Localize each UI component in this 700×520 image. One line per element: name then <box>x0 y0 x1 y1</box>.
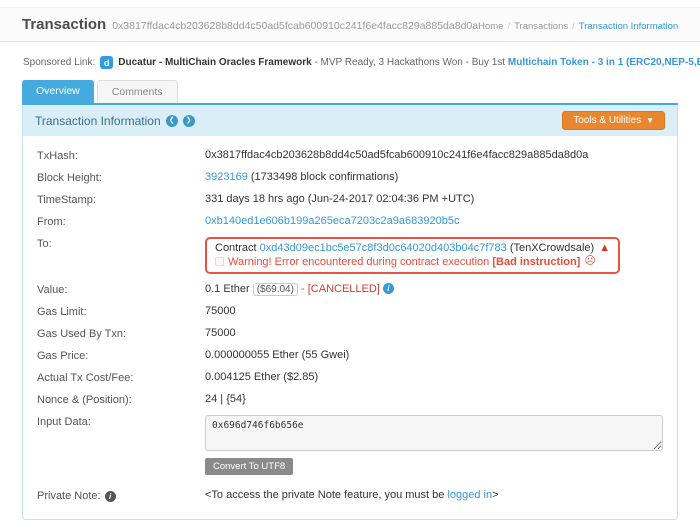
ducatur-logo-icon: d <box>100 56 113 69</box>
breadcrumb-separator: / <box>507 21 510 32</box>
row-gas-price: Gas Price: 0.000000055 Ether (55 Gwei) <box>37 344 663 366</box>
contract-prefix: Contract <box>215 242 260 254</box>
prev-transaction-icon[interactable]: ❮ <box>166 115 178 127</box>
input-data-textarea[interactable]: 0x696d746f6b656e <box>205 415 663 451</box>
tab-bar: Overview Comments <box>22 80 678 105</box>
block-confirmations: (1733498 block confirmations) <box>248 171 398 183</box>
warning-triangle-icon: ▲ <box>599 242 610 254</box>
row-label: To: <box>37 237 205 250</box>
private-note-label: Private Note: <box>37 490 101 502</box>
row-label: Gas Price: <box>37 349 205 362</box>
contract-warning-line: Warning! Error encountered during contra… <box>215 256 610 268</box>
nonce-value: 24 | {54} <box>205 393 246 405</box>
warning-text: Warning! Error encountered during contra… <box>228 256 492 268</box>
value-amount: 0.1 Ether <box>205 283 250 295</box>
row-input-data: Input Data: 0x696d746f6b656e Convert To … <box>37 410 663 479</box>
top-strip <box>0 0 700 7</box>
breadcrumb-current: Transaction Information <box>579 21 678 32</box>
row-gas-used: Gas Used By Txn: 75000 <box>37 322 663 344</box>
row-label: Nonce & (Position): <box>37 393 205 406</box>
row-from: From: 0xb140ed1e606b199a265eca7203c2a9a6… <box>37 210 663 232</box>
info-icon[interactable]: i <box>383 283 394 294</box>
private-note-suffix: > <box>492 489 498 501</box>
next-transaction-icon[interactable]: ❯ <box>183 115 195 127</box>
tools-utilities-button[interactable]: Tools & Utilities ▼ <box>562 111 665 130</box>
private-note-info-icon[interactable]: i <box>105 491 116 502</box>
main-content: Sponsored Link: d Ducatur - MultiChain O… <box>0 42 700 520</box>
row-private-note: Private Note: i <To access the private No… <box>37 479 663 507</box>
sponsored-bold-text: Ducatur - MultiChain Oracles Framework <box>118 57 311 68</box>
row-txhash: TxHash: 0x3817ffdac4cb203628b8dd4c50ad5f… <box>37 144 663 166</box>
panel-body: TxHash: 0x3817ffdac4cb203628b8dd4c50ad5f… <box>23 136 677 519</box>
contract-name: (TenXCrowdsale) <box>507 242 594 254</box>
gas-used-value: 75000 <box>205 327 236 339</box>
error-icon <box>215 257 224 266</box>
row-label: Value: <box>37 283 205 296</box>
breadcrumb-separator: / <box>572 21 575 32</box>
to-contract-line: Contract 0xd43d09ec1bc5e57c8f3d0c64020d4… <box>215 242 610 254</box>
row-nonce: Nonce & (Position): 24 | {54} <box>37 388 663 410</box>
to-address-link[interactable]: 0xd43d09ec1bc5e57c8f3d0c64020d403b04c7f7… <box>260 242 507 254</box>
usd-value-badge: ($69.04) <box>253 283 298 296</box>
bad-instruction-text: [Bad instruction] <box>492 256 580 268</box>
row-label: Input Data: <box>37 415 205 428</box>
contract-error-box: Contract 0xd43d09ec1bc5e57c8f3d0c64020d4… <box>205 237 620 274</box>
breadcrumb-home[interactable]: Home <box>478 21 503 32</box>
row-label: Gas Used By Txn: <box>37 327 205 340</box>
page-title-hash: 0x3817ffdac4cb203628b8dd4c50ad5fcab60091… <box>112 20 478 32</box>
sponsored-label: Sponsored Link: <box>23 57 95 68</box>
cancelled-dash: - <box>298 283 308 295</box>
sad-face-icon: ☹ <box>584 256 595 267</box>
logged-in-link[interactable]: logged in <box>447 489 492 501</box>
panel-title: Transaction Information <box>35 114 161 128</box>
tab-overview[interactable]: Overview <box>22 80 94 103</box>
txhash-value: 0x3817ffdac4cb203628b8dd4c50ad5fcab60091… <box>205 149 588 161</box>
private-note-text: <To access the private Note feature, you… <box>205 489 447 501</box>
breadcrumb: Home / Transactions / Transaction Informatio… <box>478 21 678 32</box>
tools-utilities-label: Tools & Utilities <box>573 115 641 126</box>
row-label: Private Note: i <box>37 489 205 502</box>
sponsored-link-bar: Sponsored Link: d Ducatur - MultiChain O… <box>22 42 678 80</box>
row-block-height: Block Height: 3923169 (1733498 block con… <box>37 166 663 188</box>
row-label: TimeStamp: <box>37 193 205 206</box>
row-tx-cost: Actual Tx Cost/Fee: 0.004125 Ether ($2.8… <box>37 366 663 388</box>
row-label: Actual Tx Cost/Fee: <box>37 371 205 384</box>
tx-cost-value: 0.004125 Ether ($2.85) <box>205 371 318 383</box>
convert-to-utf8-button[interactable]: Convert To UTF8 <box>205 458 293 475</box>
row-timestamp: TimeStamp: 331 days 18 hrs ago (Jun-24-2… <box>37 188 663 210</box>
page-title-wrap: Transaction 0x3817ffdac4cb203628b8dd4c50a… <box>22 16 478 33</box>
block-height-link[interactable]: 3923169 <box>205 171 248 183</box>
transaction-panel: Transaction Information ❮ ❯ Tools & Util… <box>22 105 678 520</box>
row-gas-limit: Gas Limit: 75000 <box>37 300 663 322</box>
sponsored-plain-text: - MVP Ready, 3 Hackathons Won - Buy 1st <box>312 57 508 68</box>
gas-limit-value: 75000 <box>205 305 236 317</box>
breadcrumb-transactions[interactable]: Transactions <box>514 21 568 32</box>
from-address-link[interactable]: 0xb140ed1e606b199a265eca7203c2a9a683920b… <box>205 215 459 227</box>
page-title: Transaction <box>22 16 106 33</box>
row-label: From: <box>37 215 205 228</box>
page-header: Transaction 0x3817ffdac4cb203628b8dd4c50a… <box>0 7 700 42</box>
sponsored-link[interactable]: Multichain Token - 3 in 1 (ERC20,NEP-5,E… <box>508 57 700 68</box>
row-value: Value: 0.1 Ether ($69.04) - [CANCELLED]i <box>37 278 663 300</box>
row-label: Gas Limit: <box>37 305 205 318</box>
chevron-down-icon: ▼ <box>646 116 654 125</box>
row-label: TxHash: <box>37 149 205 162</box>
row-label: Block Height: <box>37 171 205 184</box>
cancelled-status: [CANCELLED] <box>308 283 380 295</box>
panel-header: Transaction Information ❮ ❯ Tools & Util… <box>23 105 677 136</box>
timestamp-value: 331 days 18 hrs ago (Jun-24-2017 02:04:3… <box>205 193 474 205</box>
row-to: To: Contract 0xd43d09ec1bc5e57c8f3d0c640… <box>37 232 663 278</box>
gas-price-value: 0.000000055 Ether (55 Gwei) <box>205 349 349 361</box>
tab-comments[interactable]: Comments <box>97 80 178 103</box>
